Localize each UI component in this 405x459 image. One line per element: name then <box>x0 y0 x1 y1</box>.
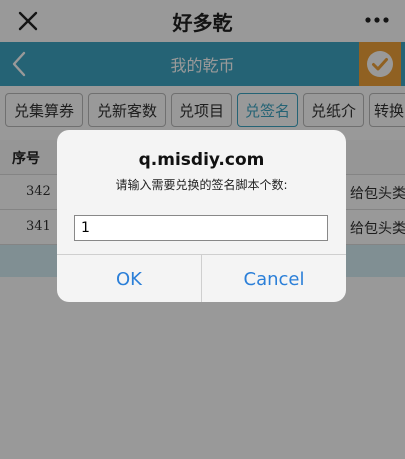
prompt-dialog: q.misdiy.com 请输入需要兑换的签名脚本个数: OK Cancel <box>57 130 346 302</box>
dialog-title: q.misdiy.com <box>138 150 265 170</box>
quantity-input[interactable] <box>74 215 328 241</box>
ok-button[interactable]: OK <box>57 255 201 302</box>
dialog-buttons: OK Cancel <box>57 254 346 302</box>
dialog-message: 请输入需要兑换的签名脚本个数: <box>115 178 288 192</box>
cancel-button[interactable]: Cancel <box>201 255 346 302</box>
